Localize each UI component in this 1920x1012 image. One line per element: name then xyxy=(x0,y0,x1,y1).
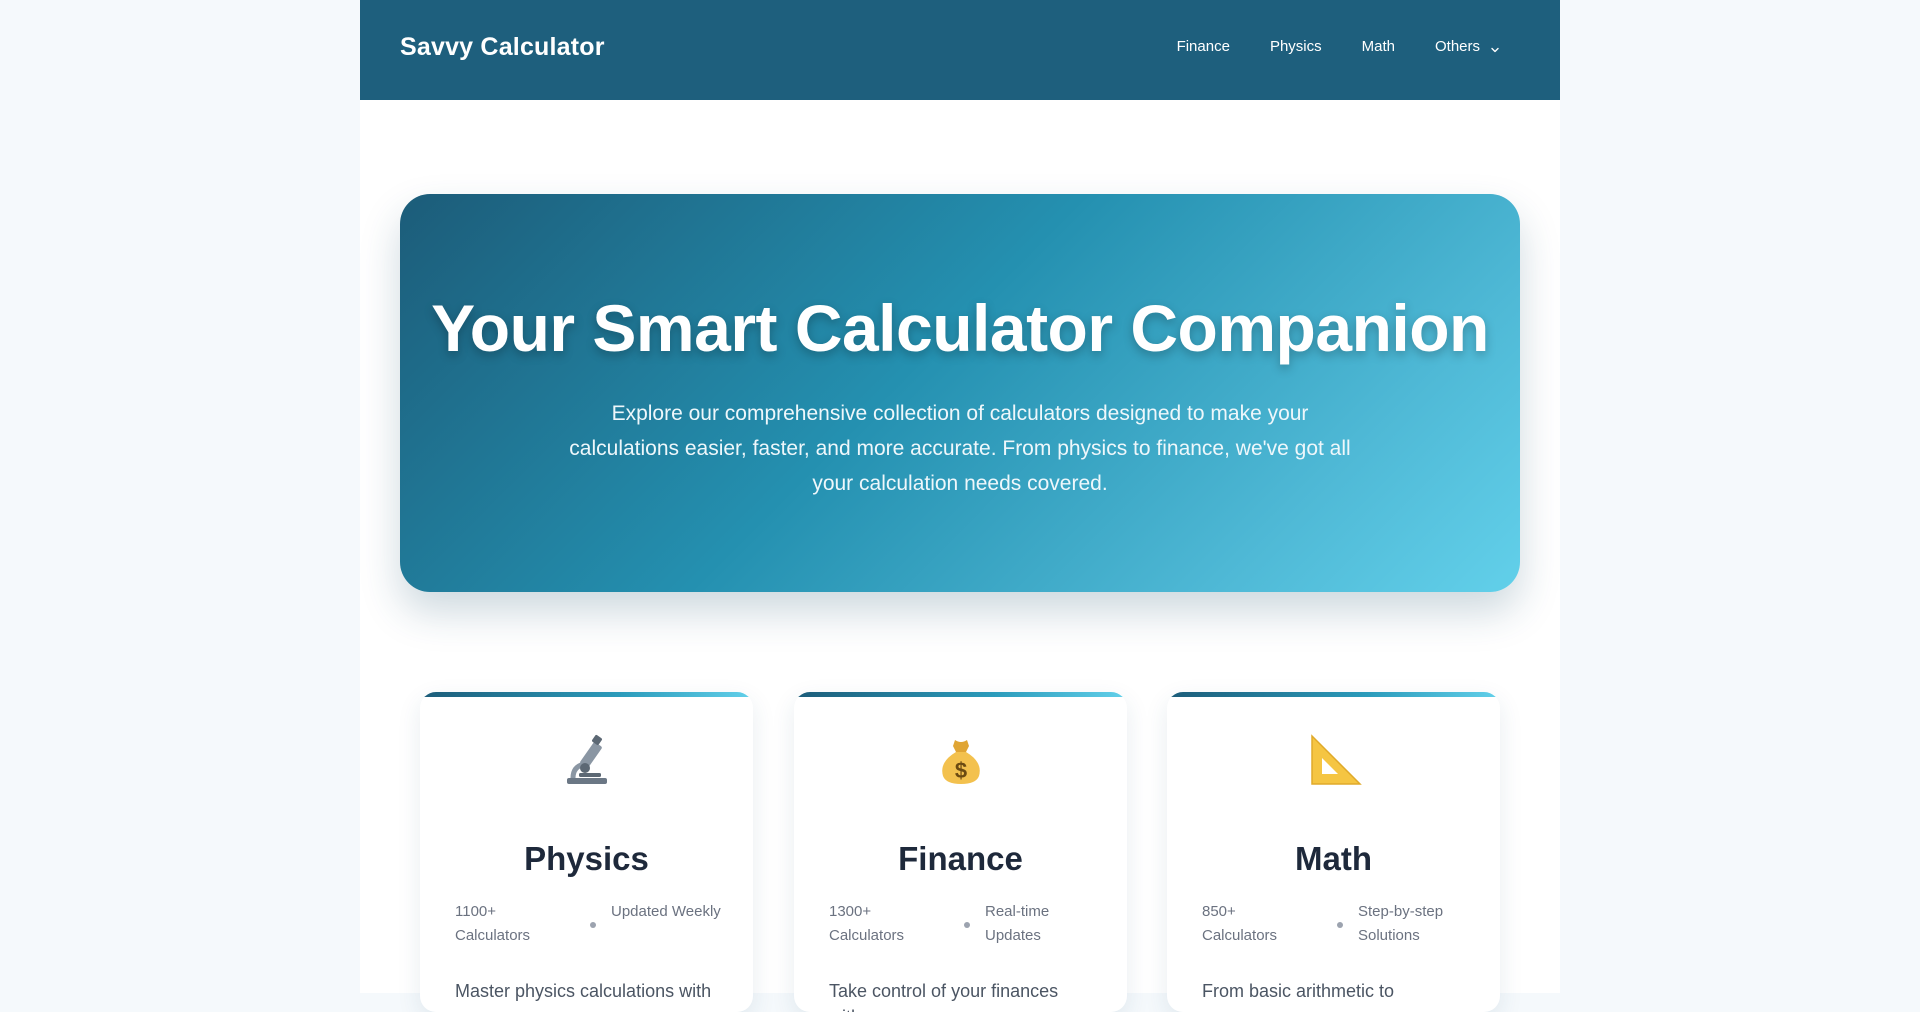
card-accent-bar xyxy=(794,692,1127,697)
nav-physics[interactable]: Physics xyxy=(1270,38,1322,55)
separator-dot xyxy=(964,922,970,928)
card-description: Take control of your finances with xyxy=(829,981,1059,1012)
nav-math[interactable]: Math xyxy=(1362,38,1395,55)
category-card-physics[interactable]: Physics 1100+ Calculators Updated Weekly… xyxy=(420,692,753,1012)
main-nav: Finance Physics Math Others xyxy=(1137,38,1500,55)
top-navigation-bar: Savvy Calculator Finance Physics Math Ot… xyxy=(360,0,1560,100)
card-stat-count: 1300+ Calculators xyxy=(829,903,905,944)
card-title: Finance xyxy=(898,840,1023,877)
money-bag-icon: $ xyxy=(794,732,1127,788)
card-description: Master physics calculations with xyxy=(455,981,712,1001)
card-title: Physics xyxy=(524,840,649,877)
microscope-icon xyxy=(420,732,753,788)
triangular-ruler-icon xyxy=(1167,732,1500,788)
card-stat-update: Updated Weekly xyxy=(611,903,721,920)
separator-dot xyxy=(590,922,596,928)
category-card-finance[interactable]: $ Finance 1300+ Calculators Real-time Up… xyxy=(794,692,1127,1012)
card-description: From basic arithmetic to xyxy=(1202,981,1395,1001)
nav-finance[interactable]: Finance xyxy=(1177,38,1230,55)
nav-others-dropdown[interactable]: Others xyxy=(1435,38,1500,55)
card-stat-update: Real-time Updates xyxy=(985,903,1050,944)
category-card-math[interactable]: Math 850+ Calculators Step-by-step Solut… xyxy=(1167,692,1500,1012)
card-accent-bar xyxy=(1167,692,1500,697)
card-stat-update: Step-by-step Solutions xyxy=(1358,903,1444,944)
card-accent-bar xyxy=(420,692,753,697)
page-container: Savvy Calculator Finance Physics Math Ot… xyxy=(360,0,1560,1012)
card-title: Math xyxy=(1295,840,1372,877)
card-stat-count: 1100+ Calculators xyxy=(455,903,531,944)
hero-description: Explore our comprehensive collection of … xyxy=(569,402,1351,495)
hero-banner: Your Smart Calculator Companion Explore … xyxy=(400,194,1520,592)
hero-title: Your Smart Calculator Companion xyxy=(431,291,1489,365)
site-logo[interactable]: Savvy Calculator xyxy=(400,33,605,62)
nav-others-label: Others xyxy=(1434,38,1480,55)
card-stat-count: 850+ Calculators xyxy=(1202,903,1278,944)
svg-text:$: $ xyxy=(954,758,966,783)
chevron-down-icon xyxy=(1490,42,1500,52)
separator-dot xyxy=(1337,922,1343,928)
